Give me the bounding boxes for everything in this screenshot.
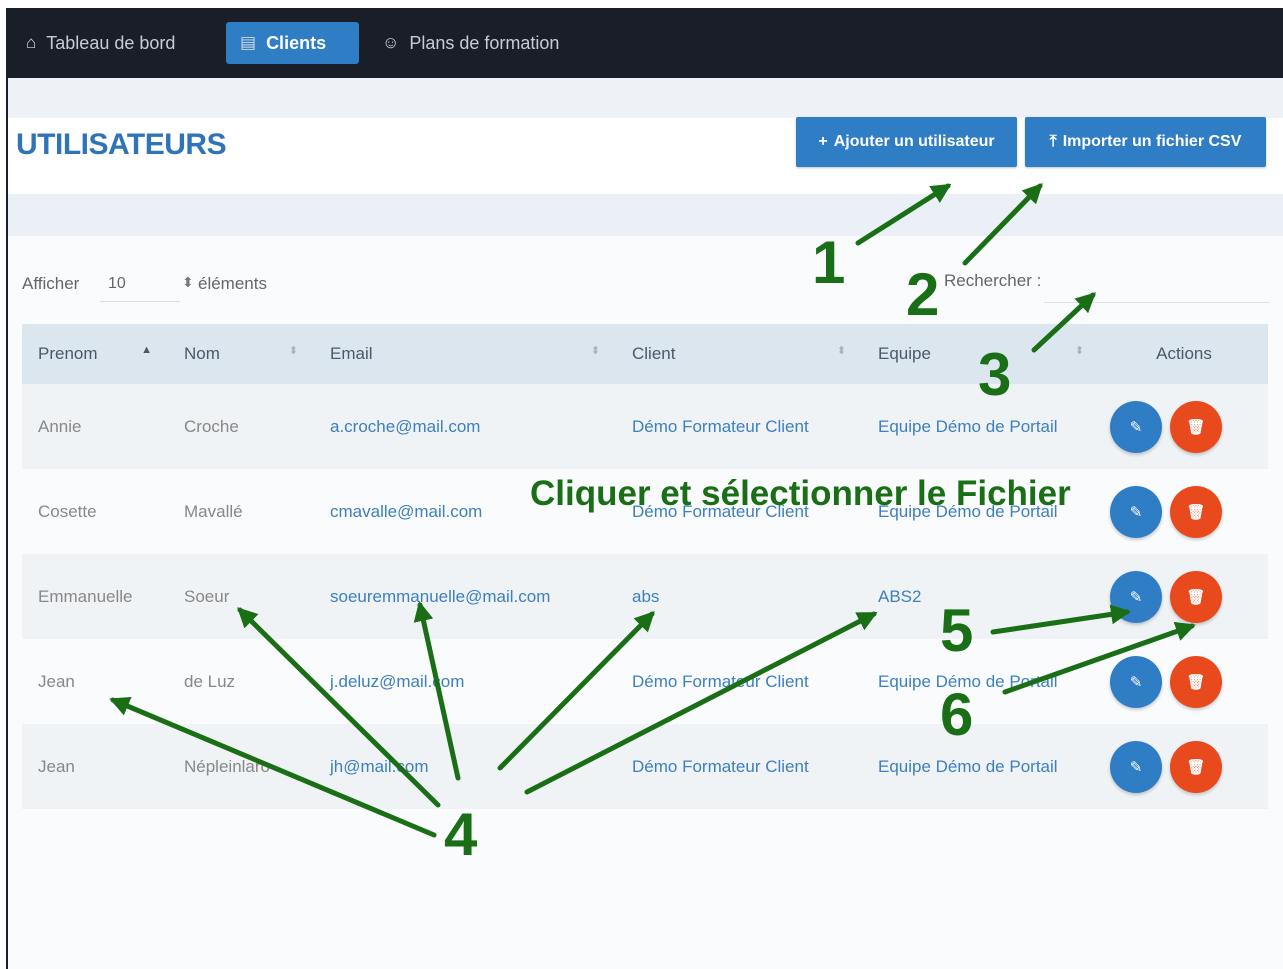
nav-item-label: Plans de formation bbox=[409, 32, 560, 53]
trash-icon: 🗑 bbox=[1186, 758, 1206, 776]
cell-email[interactable]: a.croche@mail.com bbox=[314, 384, 616, 469]
annotation-number-1: 1 bbox=[812, 229, 846, 296]
column-header-actions: Actions bbox=[1100, 324, 1268, 384]
edit-icon: ✎ bbox=[1129, 673, 1143, 691]
sort-asc-icon: ▲ bbox=[141, 344, 152, 356]
annotation-number-3: 3 bbox=[978, 341, 1012, 408]
table-row: Jean de Luz j.deluz@mail.com Démo Format… bbox=[22, 639, 1268, 724]
home-icon: ⌂ bbox=[26, 33, 37, 52]
select-arrow-icon: ⬍ bbox=[182, 274, 194, 290]
cell-prenom: Jean bbox=[22, 724, 168, 809]
cell-client[interactable]: Démo Formateur Client bbox=[616, 384, 862, 469]
search-input[interactable] bbox=[1044, 266, 1270, 303]
upload-icon: ⤒ bbox=[1049, 133, 1057, 150]
trash-icon: 🗑 bbox=[1186, 588, 1206, 606]
page-length-select[interactable]: 10 ⬍ bbox=[100, 266, 194, 302]
column-header-nom[interactable]: Nom ⬍ bbox=[168, 324, 314, 384]
sort-icon: ⬍ bbox=[288, 345, 298, 357]
import-csv-button[interactable]: ⤒ Importer un fichier CSV bbox=[1025, 117, 1266, 167]
sort-icon: ⬍ bbox=[1074, 345, 1084, 357]
annotation-number-5: 5 bbox=[940, 597, 974, 664]
search-label: Rechercher : bbox=[944, 271, 1042, 290]
users-icon: ☺ bbox=[382, 33, 400, 52]
annotation-number-4: 4 bbox=[444, 801, 478, 868]
page-length-value: 10 bbox=[108, 274, 126, 292]
trash-icon: 🗑 bbox=[1186, 418, 1206, 436]
edit-icon: ✎ bbox=[1129, 503, 1143, 521]
edit-icon: ✎ bbox=[1129, 758, 1143, 776]
add-user-button-label: Ajouter un utilisateur bbox=[833, 133, 995, 150]
sort-icon: ⬍ bbox=[590, 345, 600, 357]
top-navbar: ⌂ Tableau de bord ▤ Clients ☺ Plans de f… bbox=[8, 10, 1283, 78]
header-separator-band bbox=[8, 194, 1283, 236]
cell-nom: de Luz bbox=[168, 639, 314, 724]
table-row: Emmanuelle Soeur soeuremmanuelle@mail.co… bbox=[22, 554, 1268, 639]
edit-icon: ✎ bbox=[1129, 418, 1143, 436]
edit-button[interactable]: ✎ bbox=[1110, 570, 1162, 623]
column-header-prenom[interactable]: Prenom ▲ bbox=[22, 324, 168, 384]
breadcrumb-band bbox=[8, 78, 1283, 118]
add-user-button[interactable]: + Ajouter un utilisateur bbox=[796, 117, 1017, 167]
column-header-email[interactable]: Email ⬍ bbox=[314, 324, 616, 384]
cell-nom: Népleinlaro bbox=[168, 724, 314, 809]
edit-button[interactable]: ✎ bbox=[1110, 655, 1162, 708]
table-row: Jean Népleinlaro jh@mail.com Démo Format… bbox=[22, 724, 1268, 809]
address-card-icon: ▤ bbox=[240, 33, 257, 52]
nav-item-training-plans[interactable]: ☺ Plans de formation bbox=[368, 22, 573, 64]
delete-button[interactable]: 🗑 bbox=[1170, 485, 1222, 538]
cell-nom: Mavallé bbox=[168, 469, 314, 554]
nav-item-label: Tableau de bord bbox=[46, 32, 176, 53]
annotation-number-6: 6 bbox=[940, 681, 974, 748]
annotation-instruction: Cliquer et sélectionner le Fichier bbox=[530, 474, 1071, 513]
table-header-row: Prenom ▲ Nom ⬍ Email ⬍ Client ⬍ Equipe ⬍ Acti… bbox=[22, 324, 1268, 384]
page-length-suffix: éléments bbox=[198, 274, 267, 293]
edit-icon: ✎ bbox=[1129, 588, 1143, 606]
cell-nom: Soeur bbox=[168, 554, 314, 639]
cell-prenom: Emmanuelle bbox=[22, 554, 168, 639]
page-length-label: Afficher bbox=[22, 274, 80, 293]
import-csv-button-label: Importer un fichier CSV bbox=[1062, 133, 1242, 150]
cell-actions: ✎ 🗑 bbox=[1100, 554, 1268, 639]
delete-button[interactable]: 🗑 bbox=[1170, 655, 1222, 708]
cell-actions: ✎ 🗑 bbox=[1100, 724, 1268, 809]
cell-equipe[interactable]: ABS2 bbox=[862, 554, 1100, 639]
cell-email[interactable]: j.deluz@mail.com bbox=[314, 639, 616, 724]
cell-email[interactable]: soeuremmanuelle@mail.com bbox=[314, 554, 616, 639]
edit-button[interactable]: ✎ bbox=[1110, 740, 1162, 793]
trash-icon: 🗑 bbox=[1186, 673, 1206, 691]
cell-nom: Croche bbox=[168, 384, 314, 469]
nav-item-dashboard[interactable]: ⌂ Tableau de bord bbox=[12, 22, 189, 64]
page-title: UTILISATEURS bbox=[16, 128, 227, 161]
trash-icon: 🗑 bbox=[1186, 503, 1206, 521]
users-table: Prenom ▲ Nom ⬍ Email ⬍ Client ⬍ Equipe ⬍ Acti… bbox=[22, 324, 1268, 809]
table-row: Annie Croche a.croche@mail.com Démo Form… bbox=[22, 384, 1268, 469]
cell-prenom: Jean bbox=[22, 639, 168, 724]
cell-equipe[interactable]: Equipe Démo de Portail bbox=[862, 639, 1100, 724]
sort-icon: ⬍ bbox=[836, 345, 846, 357]
plus-icon: + bbox=[818, 133, 828, 150]
delete-button[interactable]: 🗑 bbox=[1170, 570, 1222, 623]
cell-client[interactable]: Démo Formateur Client bbox=[616, 639, 862, 724]
cell-email[interactable]: jh@mail.com bbox=[314, 724, 616, 809]
nav-item-clients[interactable]: ▤ Clients bbox=[226, 22, 359, 64]
delete-button[interactable]: 🗑 bbox=[1170, 400, 1222, 453]
cell-actions: ✎ 🗑 bbox=[1100, 469, 1268, 554]
edit-button[interactable]: ✎ bbox=[1110, 485, 1162, 538]
cell-actions: ✎ 🗑 bbox=[1100, 384, 1268, 469]
cell-client[interactable]: abs bbox=[616, 554, 862, 639]
cell-actions: ✎ 🗑 bbox=[1100, 639, 1268, 724]
cell-client[interactable]: Démo Formateur Client bbox=[616, 724, 862, 809]
cell-equipe[interactable]: Equipe Démo de Portail bbox=[862, 724, 1100, 809]
nav-item-label: Clients bbox=[266, 32, 327, 53]
delete-button[interactable]: 🗑 bbox=[1170, 740, 1222, 793]
cell-prenom: Cosette bbox=[22, 469, 168, 554]
column-header-client[interactable]: Client ⬍ bbox=[616, 324, 862, 384]
annotation-number-2: 2 bbox=[906, 261, 940, 328]
edit-button[interactable]: ✎ bbox=[1110, 400, 1162, 453]
cell-prenom: Annie bbox=[22, 384, 168, 469]
